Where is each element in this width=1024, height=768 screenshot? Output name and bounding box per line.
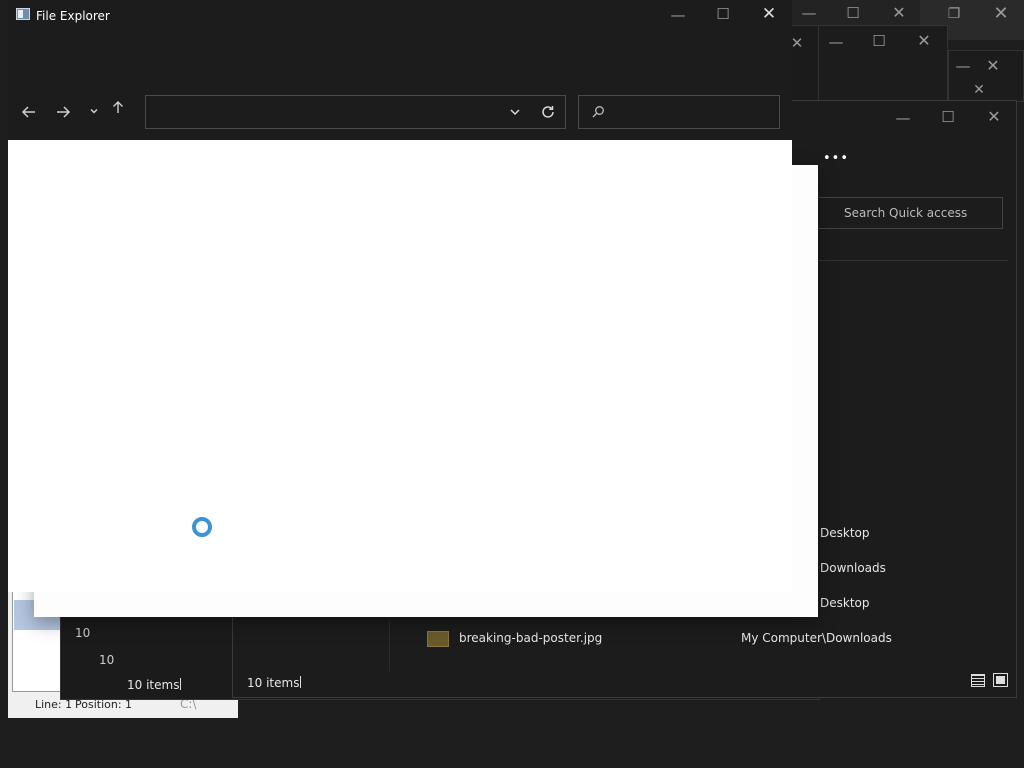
- header-divider: [803, 260, 1008, 261]
- back-button[interactable]: [20, 103, 40, 121]
- close-icon[interactable]: ✕: [910, 33, 938, 49]
- status-divider: [300, 676, 301, 688]
- maximize-icon[interactable]: ☐: [709, 7, 737, 22]
- row-location: Desktop: [820, 596, 870, 610]
- background-window-1: — ☐ ✕: [818, 25, 948, 103]
- item-count: 10 items: [247, 676, 300, 690]
- row-location: Desktop: [820, 526, 870, 540]
- close-icon[interactable]: ✕: [987, 5, 1015, 23]
- window-title: File Explorer: [36, 9, 110, 23]
- arrow-left-icon: [21, 106, 35, 118]
- main-file-explorer-window: File Explorer — ☐ ✕: [8, 0, 792, 592]
- minimize-icon[interactable]: —: [889, 111, 917, 126]
- arrow-right-icon: [57, 106, 71, 118]
- large-icons-view-icon[interactable]: [993, 673, 1008, 687]
- more-options-button[interactable]: •••: [823, 151, 849, 166]
- file-name: breaking-bad-poster.jpg: [459, 631, 603, 645]
- minimize-icon[interactable]: —: [664, 8, 692, 23]
- maximize-icon[interactable]: ☐: [839, 6, 867, 21]
- back-window-number: 10: [75, 626, 91, 640]
- chevron-down-icon: [90, 108, 98, 114]
- chevron-down-icon: [510, 109, 520, 116]
- maximize-icon[interactable]: ☐: [865, 34, 893, 49]
- arrow-up-icon: [113, 101, 123, 113]
- content-area[interactable]: [8, 140, 792, 592]
- close-icon[interactable]: ✕: [980, 109, 1008, 125]
- recent-locations-button[interactable]: [88, 105, 102, 119]
- minimize-icon[interactable]: —: [822, 35, 850, 50]
- row-location: Downloads: [820, 561, 886, 575]
- restore-icon[interactable]: ❐: [940, 7, 968, 21]
- image-file-icon: [427, 631, 449, 647]
- table-row[interactable]: breaking-bad-poster.jpg My Computer\Down…: [233, 624, 1018, 654]
- search-box[interactable]: [578, 95, 780, 129]
- search-icon: [591, 105, 605, 119]
- loading-spinner-icon: [192, 517, 212, 537]
- back-window-item-count: 10 items: [127, 678, 180, 692]
- background-window-4: — ✕ ✕: [948, 50, 1024, 102]
- close-icon[interactable]: ✕: [755, 6, 783, 23]
- app-icon: [16, 8, 30, 20]
- taskbar-strip: [0, 718, 1024, 768]
- close-icon[interactable]: ✕: [979, 58, 1007, 74]
- status-divider: [180, 678, 181, 690]
- close-icon[interactable]: ✕: [965, 83, 993, 97]
- details-view-icon[interactable]: [971, 674, 985, 687]
- file-location: My Computer\Downloads: [741, 631, 892, 645]
- up-button[interactable]: [110, 99, 128, 117]
- minimize-icon[interactable]: —: [949, 59, 977, 74]
- address-dropdown-button[interactable]: [508, 105, 522, 119]
- close-icon[interactable]: ✕: [885, 5, 913, 21]
- minimize-icon[interactable]: —: [795, 6, 823, 21]
- address-bar[interactable]: [145, 95, 566, 129]
- forward-button[interactable]: [54, 103, 74, 121]
- back-window-number: 10: [99, 653, 115, 667]
- maximize-icon[interactable]: ☐: [934, 110, 962, 125]
- refresh-icon: [542, 106, 554, 118]
- search-input[interactable]: Search Quick access: [844, 206, 967, 220]
- refresh-button[interactable]: [540, 104, 556, 120]
- quick-access-search-box[interactable]: Search Quick access: [803, 197, 1003, 229]
